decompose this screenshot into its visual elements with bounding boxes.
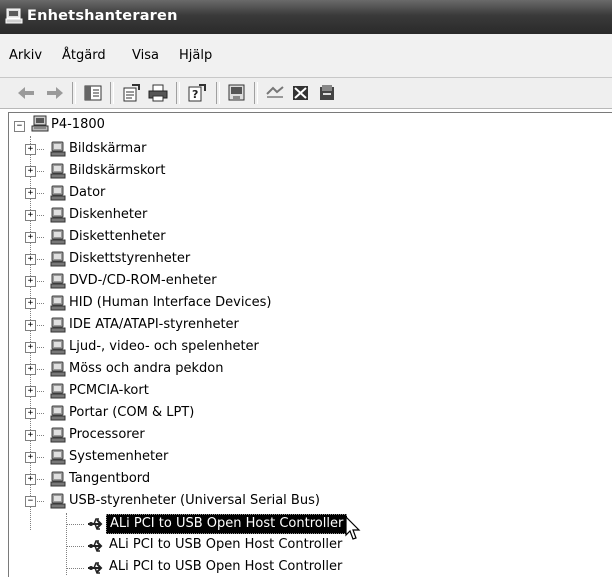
tree-expander[interactable]: + <box>25 298 36 309</box>
tree-device-label[interactable]: ALi PCI to USB Open Host Controller <box>109 536 342 554</box>
tree-expander[interactable]: + <box>25 144 36 155</box>
tree-category-label[interactable]: Diskettstyrenheter <box>69 250 190 268</box>
toolbar-separator <box>110 82 114 104</box>
floppy-controller-icon <box>50 251 66 267</box>
toolbar-separator <box>216 82 220 104</box>
tree-expander[interactable]: + <box>25 232 36 243</box>
device-manager-icon <box>5 8 23 24</box>
tree-category-label[interactable]: DVD-/CD-ROM-enheter <box>69 272 217 290</box>
scan-hardware-icon[interactable] <box>316 82 338 104</box>
tree-expander[interactable]: + <box>25 408 36 419</box>
svg-text:?: ? <box>192 88 198 101</box>
tree-connector <box>66 546 84 547</box>
system-device-icon <box>50 449 66 465</box>
usb-controller-icon <box>88 540 103 552</box>
tree-expander[interactable]: + <box>25 276 36 287</box>
keyboard-icon <box>50 471 66 487</box>
display-adapter-icon <box>50 163 66 179</box>
toolbar: ? <box>0 78 612 109</box>
tree-expander[interactable]: + <box>25 320 36 331</box>
mouse-icon <box>50 361 66 377</box>
tree-category-label[interactable]: Systemenheter <box>69 448 168 466</box>
tree-category-label[interactable]: Diskenheter <box>69 206 147 224</box>
uninstall-icon[interactable] <box>264 82 286 104</box>
device-manager-window: Enhetshanteraren Arkiv Åtgärd Visa Hjälp… <box>0 0 612 577</box>
tree-expander[interactable]: + <box>25 342 36 353</box>
tree-expander[interactable]: + <box>25 474 36 485</box>
back-arrow-icon[interactable] <box>15 82 37 104</box>
tree-expander[interactable]: + <box>25 188 36 199</box>
toolbar-separator <box>72 82 76 104</box>
menu-hjalp[interactable]: Hjälp <box>179 48 212 63</box>
update-driver-icon[interactable] <box>226 82 248 104</box>
tree-device-label[interactable]: ALi PCI to USB Open Host Controller <box>109 558 342 576</box>
tree-category-label[interactable]: Bildskärmar <box>69 140 147 158</box>
usb-controller-icon <box>88 518 103 530</box>
port-icon <box>50 405 66 421</box>
title-bar[interactable]: Enhetshanteraren <box>0 0 612 34</box>
tree-connector <box>66 513 67 575</box>
tree-expander[interactable]: − <box>25 496 36 507</box>
menu-arkiv[interactable]: Arkiv <box>9 48 42 63</box>
print-icon[interactable] <box>147 82 169 104</box>
tree-expander[interactable]: + <box>25 210 36 221</box>
tree-category-label[interactable]: Diskettenheter <box>69 228 166 246</box>
monitor-icon <box>50 141 66 157</box>
tree-category-label[interactable]: Dator <box>69 184 105 202</box>
window-title: Enhetshanteraren <box>27 8 178 24</box>
help-icon[interactable]: ? <box>186 82 208 104</box>
tree-connector <box>66 524 84 525</box>
computer-icon <box>31 115 49 132</box>
floppy-drive-icon <box>50 229 66 245</box>
disk-drive-icon <box>50 207 66 223</box>
dvd-cdrom-icon <box>50 273 66 289</box>
tree-root-label[interactable]: P4-1800 <box>51 116 105 134</box>
tree-expander-root[interactable]: − <box>14 121 25 132</box>
tree-category-label[interactable]: Portar (COM & LPT) <box>69 404 194 422</box>
tree-category-label[interactable]: PCMCIA-kort <box>69 382 149 400</box>
tree-category-label[interactable]: HID (Human Interface Devices) <box>69 294 271 312</box>
tree-expander[interactable]: + <box>25 430 36 441</box>
disable-device-icon[interactable] <box>290 82 312 104</box>
pcmcia-icon <box>50 383 66 399</box>
tree-expander[interactable]: + <box>25 364 36 375</box>
tree-category-label[interactable]: USB-styrenheter (Universal Serial Bus) <box>69 492 320 510</box>
console-tree-icon[interactable] <box>82 82 104 104</box>
hid-icon <box>50 295 66 311</box>
tree-category-label[interactable]: IDE ATA/ATAPI-styrenheter <box>69 316 239 334</box>
tree-expander[interactable]: + <box>25 386 36 397</box>
tree-category-label[interactable]: Processorer <box>69 426 145 444</box>
menu-visa[interactable]: Visa <box>132 48 159 63</box>
menu-atgard[interactable]: Åtgärd <box>62 48 106 63</box>
tree-device-label-selected[interactable]: ALi PCI to USB Open Host Controller <box>106 514 348 534</box>
computer-icon <box>50 185 66 201</box>
tree-category-label[interactable]: Bildskärmskort <box>69 162 165 180</box>
forward-arrow-icon[interactable] <box>44 82 66 104</box>
tree-category-label[interactable]: Ljud-, video- och spelenheter <box>69 338 259 356</box>
properties-icon[interactable] <box>120 82 142 104</box>
device-tree[interactable]: − P4-1800 + Bildskärmar + Bildskärmskort + Da… <box>8 112 612 577</box>
tree-expander[interactable]: + <box>25 166 36 177</box>
sound-video-icon <box>50 339 66 355</box>
processor-icon <box>50 427 66 443</box>
tree-category-label[interactable]: Möss och andra pekdon <box>69 360 223 378</box>
usb-icon <box>50 493 66 509</box>
tree-expander[interactable]: + <box>25 452 36 463</box>
toolbar-separator <box>254 82 258 104</box>
tree-expander[interactable]: + <box>25 254 36 265</box>
tree-connector <box>66 568 84 569</box>
mouse-cursor-icon <box>345 516 361 540</box>
tree-category-label[interactable]: Tangentbord <box>69 470 150 488</box>
menu-bar: Arkiv Åtgärd Visa Hjälp <box>0 34 612 78</box>
toolbar-separator <box>176 82 180 104</box>
usb-controller-icon <box>88 562 103 574</box>
ide-controller-icon <box>50 317 66 333</box>
